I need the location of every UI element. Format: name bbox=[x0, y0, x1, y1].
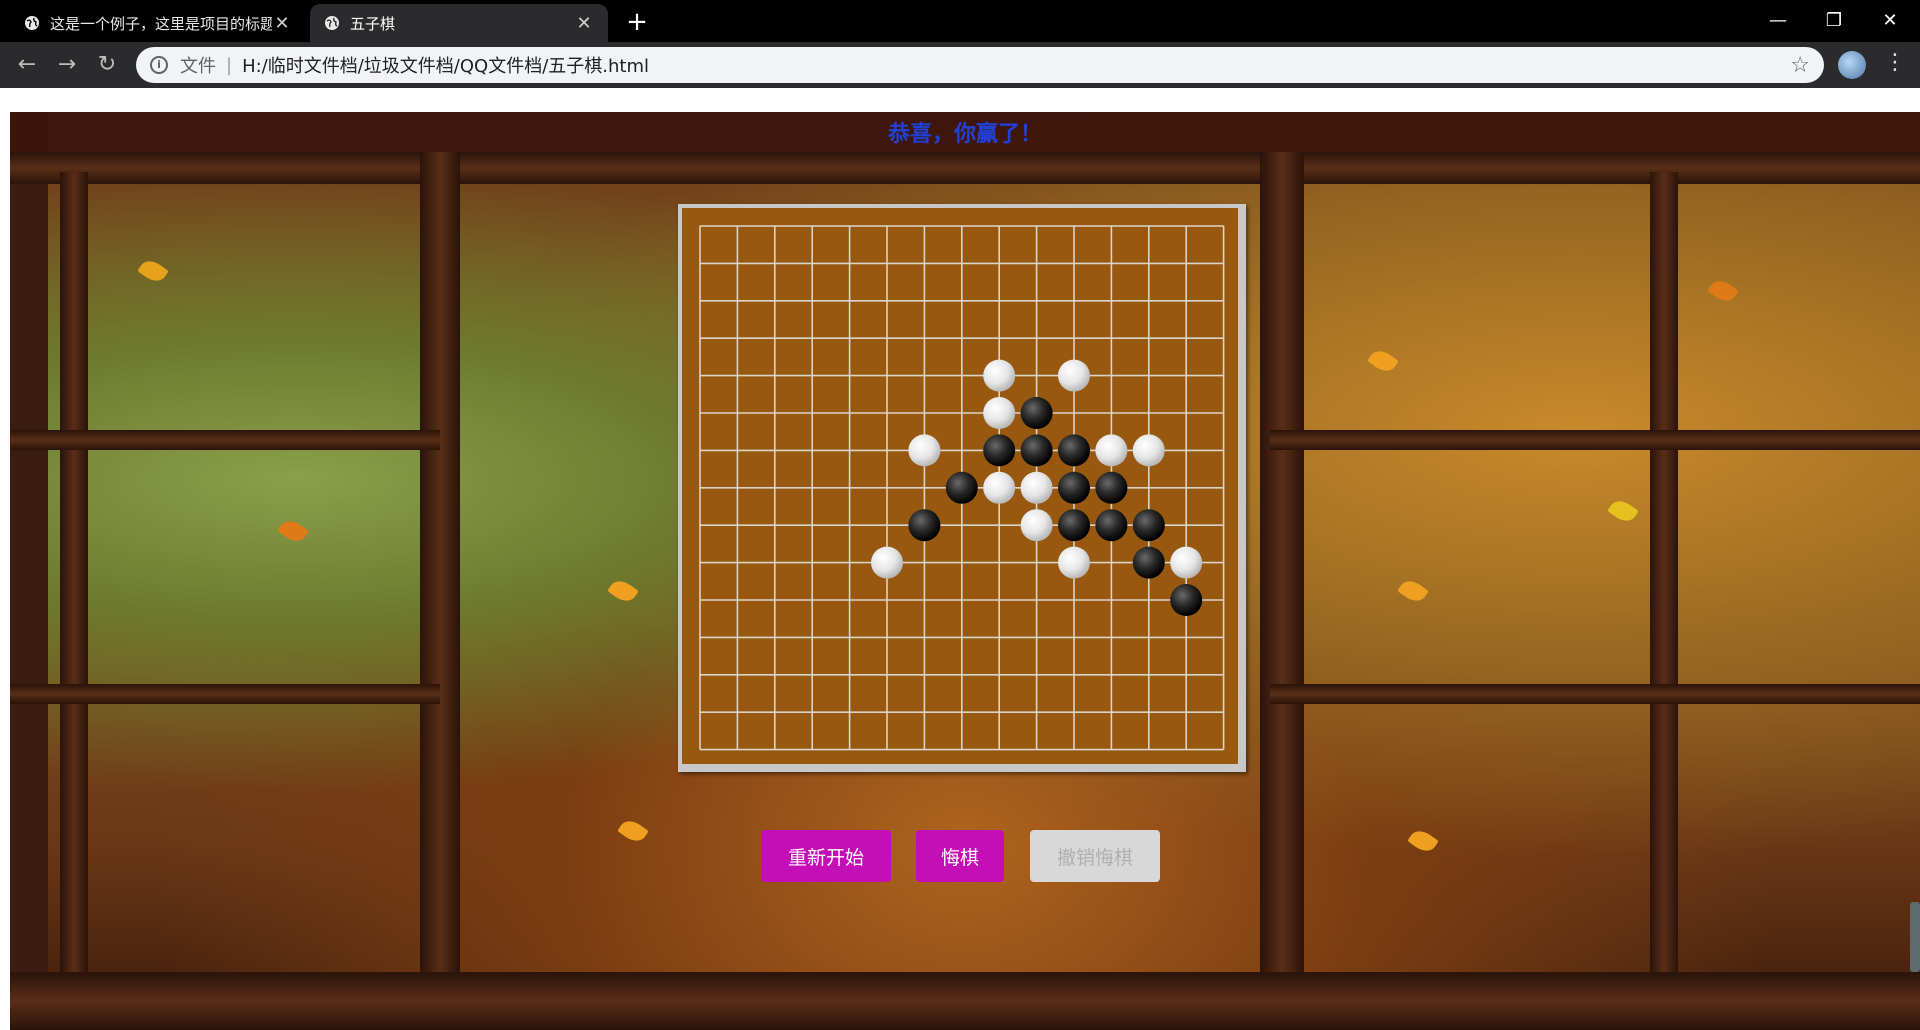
black-stone bbox=[945, 471, 978, 504]
black-stone bbox=[1058, 434, 1090, 467]
globe-icon bbox=[25, 16, 39, 30]
black-stone bbox=[1095, 509, 1128, 542]
restart-button[interactable]: 重新开始 bbox=[761, 830, 891, 882]
white-stone bbox=[1170, 546, 1203, 579]
new-tab-button[interactable]: + bbox=[622, 8, 652, 36]
white-stone bbox=[1020, 509, 1053, 542]
back-arrow-icon[interactable]: ← bbox=[12, 50, 42, 80]
close-icon[interactable]: ✕ bbox=[272, 13, 292, 34]
white-stone bbox=[983, 471, 1016, 504]
black-stone bbox=[1058, 509, 1090, 542]
minimize-button[interactable]: — bbox=[1750, 0, 1806, 40]
black-stone bbox=[1020, 397, 1053, 429]
window-frame-top bbox=[10, 152, 1920, 184]
white-stone bbox=[908, 434, 941, 467]
white-stone bbox=[1132, 434, 1165, 467]
white-stone bbox=[983, 397, 1016, 429]
white-stone bbox=[1058, 546, 1090, 579]
window-frame-post bbox=[420, 152, 460, 1030]
white-stone bbox=[871, 546, 903, 579]
address-bar[interactable]: i 文件 | H:/临时文件档/垃圾文件档/QQ文件档/五子棋.html ☆ bbox=[136, 47, 1824, 83]
white-stone bbox=[983, 359, 1016, 392]
info-icon[interactable]: i bbox=[150, 56, 168, 74]
scrollbar-thumb[interactable] bbox=[1910, 902, 1920, 972]
black-stone bbox=[1058, 471, 1090, 504]
leaf-decoration bbox=[1407, 826, 1439, 856]
black-stone bbox=[1095, 471, 1128, 504]
address-separator: | bbox=[226, 54, 233, 76]
address-scheme-label: 文件 bbox=[180, 56, 216, 77]
board-grid[interactable] bbox=[682, 208, 1238, 764]
window-frame-post bbox=[1260, 152, 1304, 1030]
star-icon[interactable]: ☆ bbox=[1790, 53, 1810, 78]
leaf-decoration bbox=[1707, 276, 1739, 306]
white-stone bbox=[1095, 434, 1128, 467]
leaf-decoration bbox=[277, 516, 309, 546]
window-frame-bottom bbox=[10, 972, 1920, 1030]
window-frame-bar bbox=[1270, 430, 1920, 450]
window-close-button[interactable]: ✕ bbox=[1862, 0, 1918, 40]
tab-gomoku[interactable]: 五子棋 ✕ bbox=[310, 4, 608, 42]
reload-icon[interactable]: ↻ bbox=[92, 50, 122, 80]
leaf-decoration bbox=[137, 256, 169, 286]
leaf-decoration bbox=[1397, 576, 1429, 606]
forward-arrow-icon[interactable]: → bbox=[52, 50, 82, 80]
black-stone bbox=[1132, 509, 1165, 542]
board-frame bbox=[678, 204, 1246, 772]
page-background: 恭喜，你赢了！ 重新开始 悔棋 撤销悔棋 bbox=[10, 112, 1920, 1030]
window-frame-bar bbox=[10, 430, 440, 450]
black-stone bbox=[983, 434, 1016, 467]
black-stone bbox=[1020, 434, 1053, 467]
window-frame-bar bbox=[10, 684, 440, 704]
menu-icon[interactable]: ⋮ bbox=[1884, 50, 1906, 75]
browser-tab-strip: 这是一个例子，这里是项目的标题 ✕ 五子棋 ✕ + — ❐ ✕ bbox=[0, 0, 1920, 42]
tab-project-example[interactable]: 这是一个例子，这里是项目的标题 ✕ bbox=[10, 4, 306, 42]
address-url[interactable]: H:/临时文件档/垃圾文件档/QQ文件档/五子棋.html bbox=[242, 52, 649, 78]
window-frame-bar bbox=[1270, 684, 1920, 704]
leaf-decoration bbox=[1607, 496, 1639, 526]
leaf-decoration bbox=[607, 576, 639, 606]
tab-title: 这是一个例子，这里是项目的标题 bbox=[50, 14, 272, 33]
tab-title: 五子棋 bbox=[350, 14, 396, 33]
gomoku-board[interactable] bbox=[682, 208, 1238, 764]
white-stone bbox=[1020, 471, 1053, 504]
leaf-decoration bbox=[1367, 346, 1399, 376]
leaf-decoration bbox=[617, 816, 649, 846]
black-stone bbox=[908, 509, 941, 542]
white-stone bbox=[1058, 359, 1090, 392]
window-frame-post bbox=[1650, 172, 1678, 1030]
close-icon[interactable]: ✕ bbox=[574, 13, 594, 34]
restore-button[interactable]: ❐ bbox=[1806, 0, 1862, 40]
black-stone bbox=[1170, 584, 1203, 616]
avatar[interactable] bbox=[1838, 51, 1866, 79]
window-frame-post bbox=[60, 172, 88, 1030]
browser-toolbar: ← → ↻ i 文件 | H:/临时文件档/垃圾文件档/QQ文件档/五子棋.ht… bbox=[0, 42, 1920, 88]
black-stone bbox=[1132, 546, 1165, 579]
redo-undo-button: 撤销悔棋 bbox=[1030, 830, 1160, 882]
globe-icon bbox=[325, 16, 339, 30]
status-message: 恭喜，你赢了！ bbox=[887, 122, 1042, 147]
undo-button[interactable]: 悔棋 bbox=[916, 830, 1004, 882]
